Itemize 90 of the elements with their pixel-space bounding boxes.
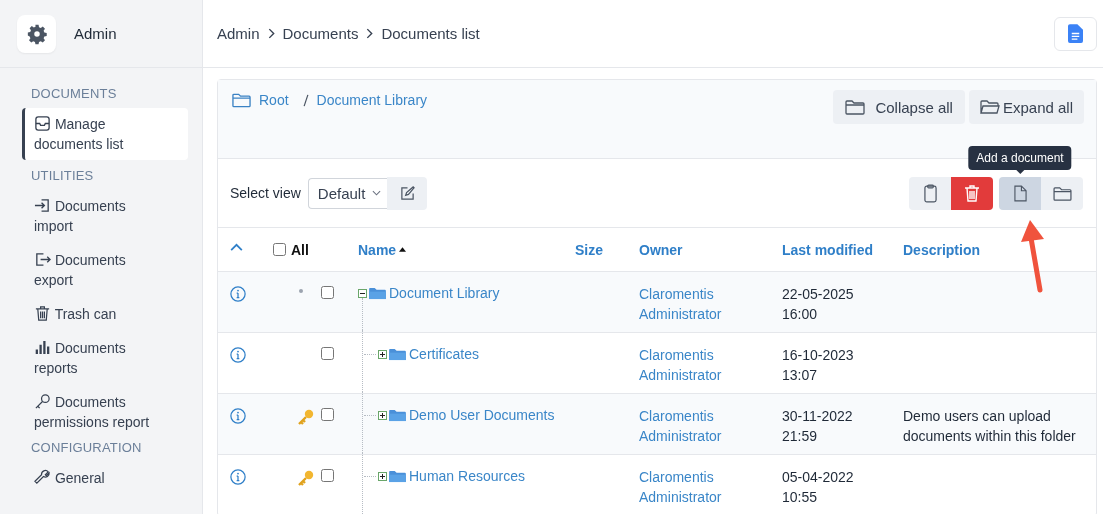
date-cell-text: 30-11-2022 21:59: [782, 407, 854, 446]
row-checkbox[interactable]: [321, 469, 334, 482]
info-icon[interactable]: [230, 469, 246, 485]
folder-link[interactable]: Document Library: [316, 92, 428, 108]
trash-button[interactable]: [951, 176, 993, 210]
folder-button[interactable]: [1041, 176, 1083, 210]
sidebar-item[interactable]: Manage documents list: [22, 108, 188, 160]
dot-icon: [298, 289, 303, 293]
folder-link[interactable]: Demo User Documents: [409, 405, 555, 425]
edit-icon: [399, 185, 415, 201]
row-checkbox[interactable]: [321, 286, 334, 299]
chevron-icon: [366, 28, 374, 39]
table-row[interactable]: Human Resources Claromentis Administrator 05-04-2022 10:55: [218, 455, 1096, 514]
select-all-label: All: [291, 241, 309, 258]
folder-icon: [389, 347, 406, 361]
breadcrumb-link[interactable]: Documents: [282, 25, 359, 42]
owner-link[interactable]: Claromentis Administrator: [639, 467, 739, 507]
sign-in-icon: [34, 197, 51, 214]
bar-chart-icon: [34, 339, 51, 356]
select-all-checkbox[interactable]: [273, 243, 286, 256]
sidebar-item[interactable]: General: [22, 462, 188, 494]
folder-link[interactable]: Human Resources: [409, 466, 525, 486]
column-header[interactable]: Name: [358, 241, 407, 258]
folder-icon: [389, 469, 406, 483]
gear-logo[interactable]: [17, 14, 56, 53]
section-heading: DOCUMENTS: [31, 86, 118, 101]
folder-icon: [979, 99, 1000, 115]
folder-link[interactable]: Document Library: [389, 283, 500, 303]
sidebar-item[interactable]: Documents permissions report: [22, 386, 188, 438]
table-row[interactable]: Demo User Documents Claromentis Administrator 30-11-2022 21:59 Demo users can upload documents within this folder: [218, 394, 1096, 455]
owner-link[interactable]: Claromentis Administrator: [639, 345, 739, 385]
sidebar-item[interactable]: Documents import: [22, 190, 188, 242]
collapse-all-button[interactable]: Collapse all: [833, 90, 965, 124]
date-cell-text: 22-05-2025 16:00: [782, 285, 855, 324]
edit-view-button[interactable]: [387, 176, 428, 210]
inbox-icon: [34, 115, 51, 132]
sidebar-item[interactable]: Documents export: [22, 244, 188, 296]
settings-icon: [25, 22, 48, 45]
file-button[interactable]: [999, 176, 1041, 210]
column-header[interactable]: Description: [903, 241, 980, 258]
folder-icon: [389, 408, 406, 422]
owner-link[interactable]: Claromentis Administrator: [639, 284, 739, 324]
select-view-label: Select view: [230, 185, 301, 201]
document-button[interactable]: [1054, 16, 1097, 51]
caret-icon: [372, 190, 382, 196]
info-icon[interactable]: [230, 347, 246, 363]
app-title: Admin: [74, 25, 117, 42]
trash-icon: [34, 305, 51, 322]
info-icon[interactable]: [230, 286, 246, 302]
clipboard-icon: [923, 183, 937, 203]
expand-all-button[interactable]: Expand all: [968, 90, 1084, 124]
collapse-icon[interactable]: [230, 242, 243, 251]
expand-toggle-icon[interactable]: [378, 349, 387, 359]
column-header[interactable]: Last modified: [782, 241, 873, 258]
separator-icon: [302, 93, 309, 107]
expand-toggle-icon[interactable]: [378, 410, 387, 420]
page-title: Documents list: [381, 25, 480, 42]
folder-icon: [369, 286, 386, 300]
expand-toggle-icon[interactable]: [378, 471, 387, 481]
clipboard-button[interactable]: [909, 176, 951, 210]
sidebar-item[interactable]: Documents reports: [22, 332, 188, 384]
chevron-icon: [267, 28, 275, 39]
owner-link[interactable]: Claromentis Administrator: [639, 406, 739, 446]
row-checkbox[interactable]: [321, 408, 334, 421]
breadcrumb-link[interactable]: Admin: [217, 25, 260, 42]
file-icon: [1013, 184, 1027, 202]
section-heading: CONFIGURATION: [31, 440, 143, 455]
row-checkbox[interactable]: [321, 347, 334, 360]
collapse-toggle-icon[interactable]: [358, 288, 367, 298]
folder-icon: [1052, 185, 1072, 201]
info-icon[interactable]: [230, 408, 246, 424]
key-icon: [297, 409, 314, 425]
folder-link[interactable]: Root: [259, 92, 289, 108]
key-icon: [297, 470, 314, 486]
folder-link[interactable]: Certificates: [409, 344, 480, 364]
date-cell-text: 16-10-2023 13:07: [782, 346, 855, 385]
trash-icon: [964, 184, 980, 202]
folder-icon: [845, 99, 866, 115]
wrench-icon: [34, 469, 51, 486]
document-icon: [1068, 24, 1083, 43]
description-cell-text: Demo users can upload documents within this folder: [903, 407, 1077, 446]
date-cell-text: 05-04-2022 10:55: [782, 468, 855, 507]
column-header[interactable]: Owner: [639, 241, 683, 258]
key-icon: [34, 393, 51, 410]
folder-icon: [232, 92, 251, 108]
sign-out-icon: [34, 251, 51, 268]
section-heading: UTILITIES: [31, 168, 95, 183]
sort-ascending-icon: [399, 247, 407, 252]
column-header[interactable]: Size: [575, 241, 603, 258]
sidebar-item[interactable]: Trash can: [22, 298, 188, 330]
